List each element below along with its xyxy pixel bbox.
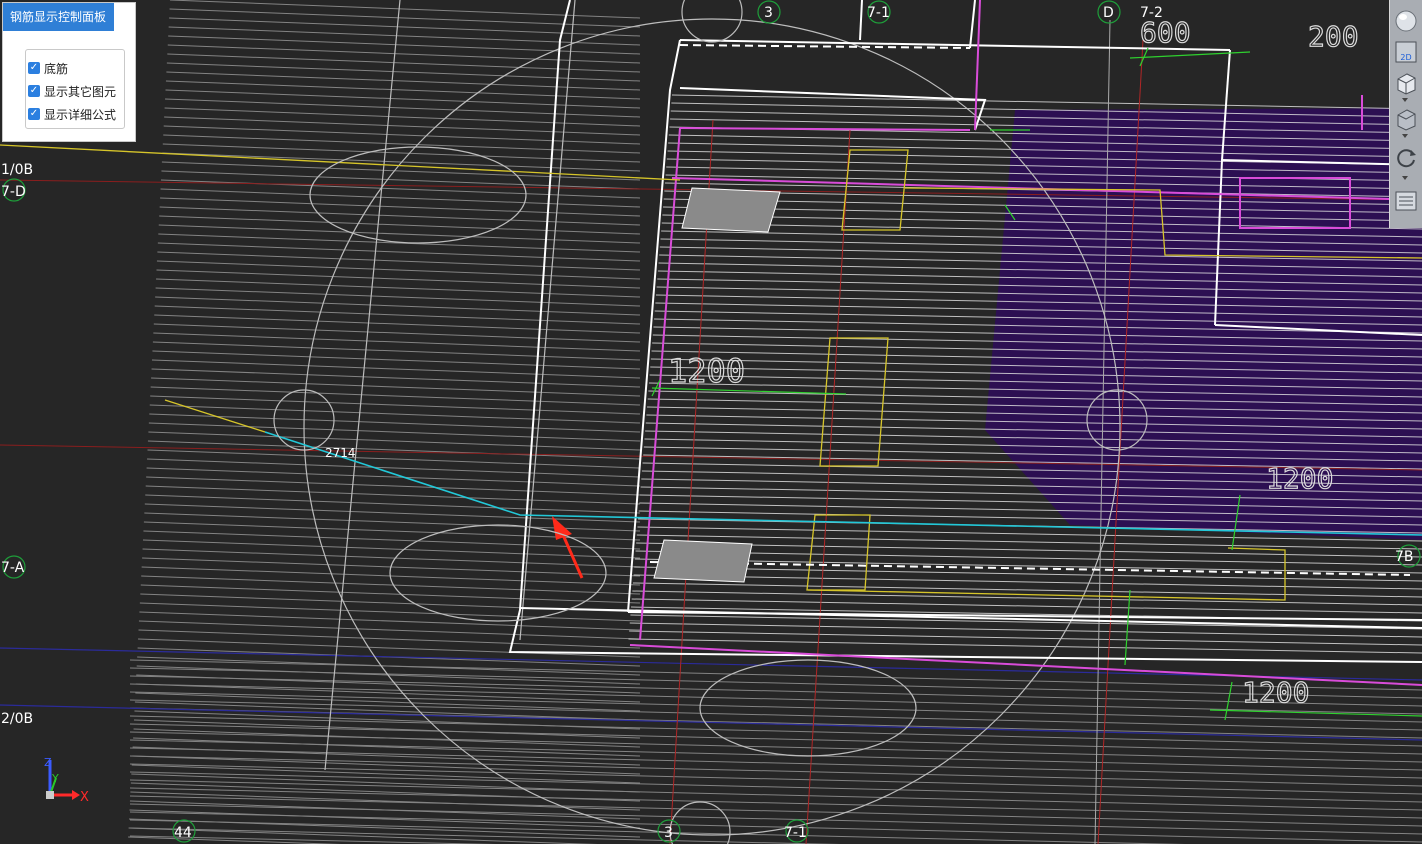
option-bottom-rebar-label: 底筋 — [44, 61, 69, 76]
grid-label-7-1-top: 7-1 — [867, 5, 890, 21]
option-show-detail-formula-label: 显示详细公式 — [44, 107, 117, 122]
view-3d-dropdown-icon[interactable] — [1402, 98, 1408, 102]
grid-label-d-top: D — [1103, 5, 1114, 21]
axis-x-label: X — [80, 790, 89, 805]
axis-y-label: Y — [51, 772, 59, 785]
layers-icon — [1395, 191, 1417, 211]
rebar-display-control-panel: 钢筋显示控制面板 ✓ 底筋 ✓ 显示其它图元 ✓ 显示详细公式 — [2, 2, 136, 142]
grid-label-1-0b: 1/0B — [1, 162, 33, 178]
rotate-dropdown-icon[interactable] — [1402, 176, 1408, 180]
3d-viewport[interactable]: 600 200 1200 1200 1200 2714 3 7-1 D 7-2 … — [0, 0, 1422, 844]
grid-label-2-0b: 2/0B — [1, 711, 33, 727]
rotate-button[interactable] — [1393, 145, 1419, 171]
grid-label-3-bottom: 3 — [664, 825, 673, 841]
dim-1200-left: 1200 — [668, 352, 745, 390]
option-show-other-elements-label: 显示其它图元 — [44, 84, 117, 99]
grid-label-7-a: 7-A — [1, 560, 25, 576]
cube-dropdown-icon[interactable] — [1402, 134, 1408, 138]
view-3d-button[interactable] — [1393, 70, 1419, 96]
dim-200: 200 — [1308, 20, 1359, 53]
grid-label-3-top: 3 — [764, 5, 773, 21]
option-show-other-elements[interactable]: ✓ 显示其它图元 — [28, 82, 116, 100]
panel-title[interactable]: 钢筋显示控制面板 — [3, 3, 114, 31]
option-bottom-rebar[interactable]: ✓ 底筋 — [28, 59, 68, 77]
layers-button[interactable] — [1393, 188, 1419, 214]
cube-icon — [1397, 109, 1416, 131]
dim-1200-bottom: 1200 — [1242, 676, 1309, 709]
sphere-icon — [1395, 10, 1417, 32]
measurement-label: 2714 — [325, 446, 356, 460]
view-toolbar: 2D — [1389, 0, 1422, 228]
grid-label-7b: 7B — [1395, 549, 1414, 565]
option-show-detail-formula[interactable]: ✓ 显示详细公式 — [28, 105, 116, 123]
view-3d-icon — [1397, 73, 1416, 95]
cube-view-button[interactable] — [1393, 106, 1419, 132]
svg-text:2D: 2D — [1400, 53, 1411, 62]
axis-z-label: Z — [44, 756, 52, 769]
grid-label-7-2-top: 7-2 — [1140, 5, 1163, 21]
view-2d-button[interactable]: 2D — [1393, 39, 1419, 65]
dim-1200-right: 1200 — [1266, 462, 1333, 495]
checkbox-show-other-elements[interactable]: ✓ — [28, 85, 40, 97]
rotate-icon — [1397, 149, 1416, 168]
grid-label-44: 44 — [174, 825, 192, 841]
checkbox-show-detail-formula[interactable]: ✓ — [28, 108, 40, 120]
view-2d-icon: 2D — [1395, 41, 1417, 63]
checkbox-bottom-rebar[interactable]: ✓ — [28, 62, 40, 74]
grid-label-7-1-bottom: 7-1 — [784, 825, 807, 841]
grid-label-7-d: 7-D — [1, 184, 26, 200]
sphere-view-button[interactable] — [1393, 8, 1419, 34]
